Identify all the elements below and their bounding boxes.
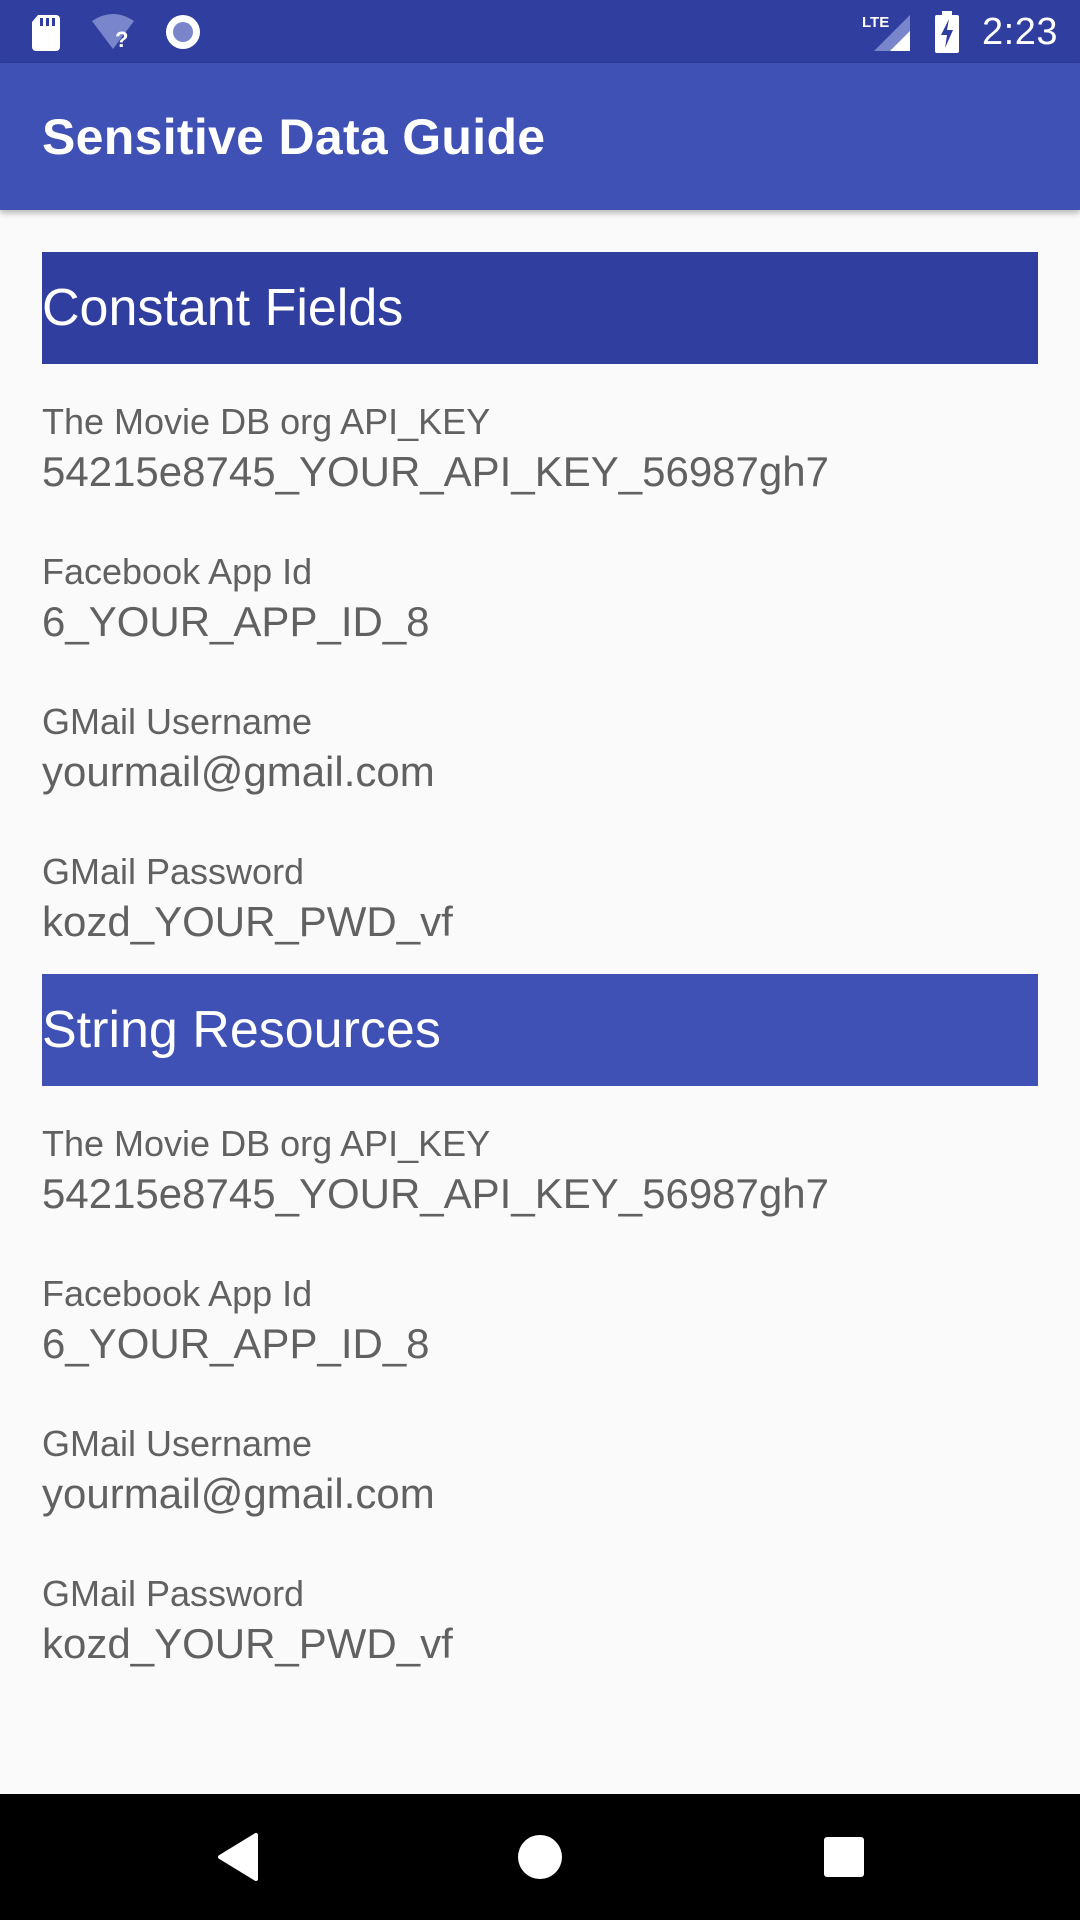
content: Constant Fields The Movie DB org API_KEY… (42, 252, 1038, 1672)
lte-signal-icon: LTE (862, 11, 912, 53)
status-bar-left: ? (30, 12, 202, 52)
item-label: Facebook App Id (42, 551, 313, 592)
item-value: 54215e8745_YOUR_API_KEY_56987gh7 (42, 1170, 829, 1217)
back-button[interactable] (210, 1827, 270, 1887)
item-label: GMail Username (42, 701, 313, 742)
wifi-unknown-icon: ? (90, 13, 136, 52)
battery-charging-icon (934, 11, 960, 53)
item-value: kozd_YOUR_PWD_vf (42, 1620, 453, 1667)
section-header-string-resources: String Resources (42, 974, 1038, 1086)
network-label: LTE (862, 14, 889, 31)
list-item: GMail Username yourmail@gmail.com (42, 1422, 1038, 1522)
constant-fields-list: The Movie DB org API_KEY 54215e8745_YOUR… (42, 364, 1038, 974)
app-title: Sensitive Data Guide (42, 109, 546, 165)
list-item: GMail Password kozd_YOUR_PWD_vf (42, 850, 1038, 950)
list-item: The Movie DB org API_KEY 54215e8745_YOUR… (42, 400, 1038, 500)
list-item: Facebook App Id 6_YOUR_APP_ID_8 (42, 550, 1038, 650)
navigation-bar (0, 1794, 1080, 1920)
item-label: Facebook App Id (42, 1273, 313, 1314)
list-item: The Movie DB org API_KEY 54215e8745_YOUR… (42, 1122, 1038, 1222)
string-resources-list: The Movie DB org API_KEY 54215e8745_YOUR… (42, 1086, 1038, 1672)
item-label: GMail Password (42, 1573, 305, 1614)
status-bar: ? LTE 2:23 (0, 0, 1080, 63)
item-value: 6_YOUR_APP_ID_8 (42, 598, 430, 645)
item-value: 6_YOUR_APP_ID_8 (42, 1320, 430, 1367)
list-item: GMail Username yourmail@gmail.com (42, 700, 1038, 800)
section-header-constant-fields: Constant Fields (42, 252, 1038, 364)
screen: ? LTE 2:23 Sensitive Data Guide Constant… (0, 0, 1080, 1920)
back-icon (218, 1833, 258, 1881)
section-title: String Resources (42, 1001, 441, 1059)
app-bar: Sensitive Data Guide (0, 63, 1080, 210)
clock: 2:23 (982, 10, 1058, 53)
sd-card-icon (30, 13, 62, 51)
item-label: GMail Password (42, 851, 305, 892)
svg-text:?: ? (115, 27, 128, 51)
recents-button[interactable] (814, 1827, 874, 1887)
item-label: The Movie DB org API_KEY (42, 1123, 491, 1164)
sync-circle-icon (164, 13, 202, 51)
item-value: yourmail@gmail.com (42, 748, 435, 795)
home-icon (518, 1835, 562, 1879)
home-button[interactable] (510, 1827, 570, 1887)
item-label: The Movie DB org API_KEY (42, 401, 491, 442)
item-value: 54215e8745_YOUR_API_KEY_56987gh7 (42, 448, 829, 495)
item-value: yourmail@gmail.com (42, 1470, 435, 1517)
item-label: GMail Username (42, 1423, 313, 1464)
status-bar-right: LTE 2:23 (862, 8, 1058, 56)
section-title: Constant Fields (42, 279, 404, 337)
item-value: kozd_YOUR_PWD_vf (42, 898, 453, 945)
list-item: GMail Password kozd_YOUR_PWD_vf (42, 1572, 1038, 1672)
list-item: Facebook App Id 6_YOUR_APP_ID_8 (42, 1272, 1038, 1372)
recents-icon (824, 1837, 864, 1877)
